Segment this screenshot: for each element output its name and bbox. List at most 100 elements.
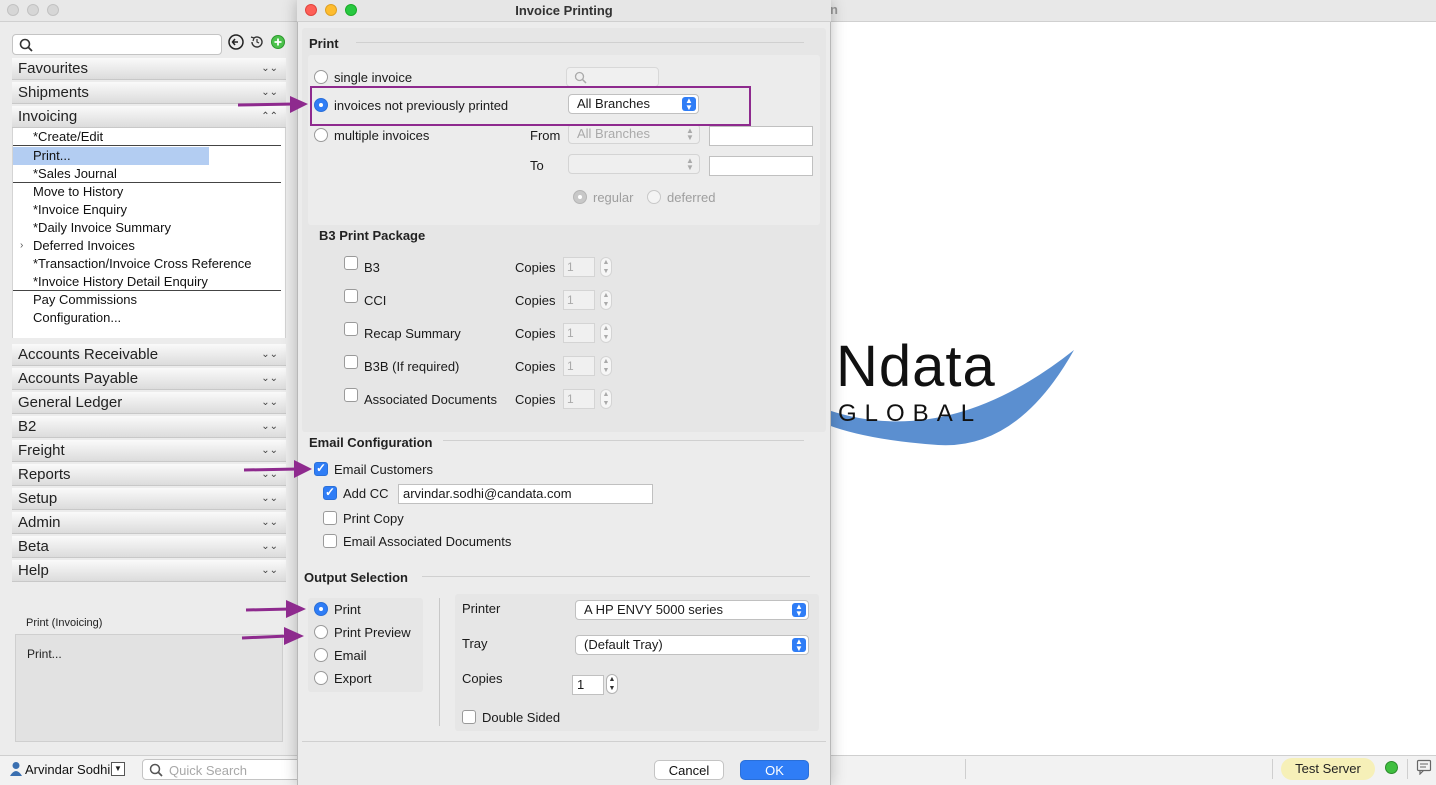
email-customers-label: Email Customers: [334, 462, 433, 477]
sidebar-category-favourites[interactable]: Favourites ⌄⌄: [12, 58, 286, 80]
output-export-radio[interactable]: [314, 671, 328, 685]
sidebar-category-beta[interactable]: Beta ⌄⌄: [12, 536, 286, 558]
output-copies-field[interactable]: 1: [572, 675, 604, 695]
output-print-label: Print: [334, 602, 361, 617]
category-label: Invoicing: [18, 108, 78, 125]
item-label: Print...: [33, 148, 71, 163]
status-panel-text: Print...: [27, 647, 62, 661]
output-email-label: Email: [334, 648, 367, 663]
email-associated-checkbox[interactable]: [323, 534, 337, 548]
history-icon[interactable]: [249, 34, 265, 50]
regular-radio[interactable]: [573, 190, 587, 204]
sidebar-item-invoice-enquiry[interactable]: *Invoice Enquiry: [13, 201, 281, 219]
output-export-label: Export: [334, 671, 372, 686]
cancel-button[interactable]: Cancel: [654, 760, 724, 780]
sidebar-item-configuration[interactable]: Configuration...: [13, 309, 281, 327]
b3-checkbox[interactable]: [344, 256, 358, 270]
sidebar-category-general-ledger[interactable]: General Ledger ⌄⌄: [12, 392, 286, 414]
output-email-radio[interactable]: [314, 648, 328, 662]
sidebar-category-admin[interactable]: Admin ⌄⌄: [12, 512, 286, 534]
recap-copies-stepper[interactable]: ▲ ▼: [600, 323, 612, 343]
chevron-down-icon: ⌄⌄: [261, 517, 278, 528]
from-label: From: [530, 128, 561, 143]
to-invoice-field[interactable]: [709, 156, 813, 176]
footer-divider: [302, 741, 826, 742]
ok-button[interactable]: OK: [740, 760, 809, 780]
updown-arrows-icon: ▲ ▼: [792, 603, 806, 618]
back-icon[interactable]: [228, 34, 244, 50]
sidebar-item-sales-journal[interactable]: *Sales Journal: [13, 165, 281, 183]
sidebar-item-move-to-history[interactable]: Move to History: [13, 183, 281, 201]
sidebar-item-history-detail-enquiry[interactable]: *Invoice History Detail Enquiry: [13, 273, 281, 291]
associated-copies-stepper[interactable]: ▲ ▼: [600, 389, 612, 409]
multiple-invoices-radio[interactable]: [314, 128, 328, 142]
cci-copies-field[interactable]: 1: [563, 290, 595, 310]
from-branch-select[interactable]: All Branches ▲ ▼: [568, 124, 700, 144]
associated-copies-field[interactable]: 1: [563, 389, 595, 409]
zoom-window-button[interactable]: [47, 4, 59, 16]
section-divider: [443, 440, 804, 441]
cci-checkbox[interactable]: [344, 289, 358, 303]
sidebar-category-setup[interactable]: Setup ⌄⌄: [12, 488, 286, 510]
sidebar-category-b2[interactable]: B2 ⌄⌄: [12, 416, 286, 438]
output-selection-title: Output Selection: [304, 570, 408, 585]
copies-label: Copies: [462, 671, 503, 686]
category-label: Accounts Receivable: [18, 346, 159, 363]
sidebar-item-cross-reference[interactable]: *Transaction/Invoice Cross Reference: [13, 255, 281, 273]
cc-address-field[interactable]: arvindar.sodhi@candata.com: [398, 484, 653, 504]
single-invoice-radio[interactable]: [314, 70, 328, 84]
search-icon: [19, 38, 33, 52]
item-label: Deferred Invoices: [33, 238, 135, 253]
chat-icon[interactable]: [1416, 759, 1432, 778]
add-cc-checkbox[interactable]: [323, 485, 337, 500]
multiple-invoices-label: multiple invoices: [334, 128, 430, 143]
print-section-title: Print: [309, 36, 339, 51]
category-label: Reports: [18, 466, 71, 483]
recap-copies-field[interactable]: 1: [563, 323, 595, 343]
sidebar-item-print[interactable]: Print...: [13, 147, 209, 165]
quick-search-input[interactable]: Quick Search: [142, 759, 302, 780]
b3-copies-field[interactable]: 1: [563, 257, 595, 277]
category-label: Setup: [18, 490, 58, 507]
sidebar-category-help[interactable]: Help ⌄⌄: [12, 560, 286, 582]
output-copies-stepper[interactable]: ▲ ▼: [606, 674, 618, 694]
invoice-search-input[interactable]: [566, 67, 659, 87]
chevron-down-icon: ⌄⌄: [261, 541, 278, 552]
status-divider: [965, 759, 966, 779]
category-label: Shipments: [18, 84, 89, 101]
status-divider: [1407, 759, 1408, 779]
connection-status-icon: [1385, 761, 1398, 774]
print-copy-checkbox[interactable]: [323, 511, 337, 525]
user-menu-dropdown[interactable]: ▼: [111, 762, 125, 776]
b3b-checkbox[interactable]: [344, 355, 358, 369]
minimize-window-button[interactable]: [27, 4, 39, 16]
deferred-radio[interactable]: [647, 190, 661, 204]
recap-summary-checkbox[interactable]: [344, 322, 358, 336]
b3b-copies-field[interactable]: 1: [563, 356, 595, 376]
double-sided-checkbox[interactable]: [462, 710, 476, 724]
sidebar-item-create-edit[interactable]: *Create/Edit: [13, 128, 281, 146]
sidebar-search-input[interactable]: [12, 34, 222, 55]
sidebar-item-daily-invoice-summary[interactable]: *Daily Invoice Summary: [13, 219, 281, 237]
add-favourite-icon[interactable]: [270, 34, 286, 50]
tray-select[interactable]: (Default Tray) ▲ ▼: [575, 635, 809, 655]
from-invoice-field[interactable]: [709, 126, 813, 146]
cci-copies-stepper[interactable]: ▲ ▼: [600, 290, 612, 310]
b3b-copies-stepper[interactable]: ▲ ▼: [600, 356, 612, 376]
sidebar-category-accounts-receivable[interactable]: Accounts Receivable ⌄⌄: [12, 344, 286, 366]
b3-package-title: B3 Print Package: [319, 228, 426, 243]
associated-documents-checkbox[interactable]: [344, 388, 358, 402]
to-branch-select[interactable]: ▲ ▼: [568, 154, 700, 174]
close-window-button[interactable]: [7, 4, 19, 16]
b3-copies-stepper[interactable]: ▲ ▼: [600, 257, 612, 277]
category-label: Favourites: [18, 60, 89, 77]
sidebar-item-deferred-invoices[interactable]: › Deferred Invoices: [13, 237, 281, 255]
sidebar-item-pay-commissions[interactable]: Pay Commissions: [13, 291, 281, 309]
sidebar-category-accounts-payable[interactable]: Accounts Payable ⌄⌄: [12, 368, 286, 390]
output-preview-radio[interactable]: [314, 625, 328, 639]
item-label: *Invoice History Detail Enquiry: [33, 274, 208, 289]
disclosure-triangle-icon[interactable]: ›: [20, 237, 23, 255]
deferred-label: deferred: [667, 190, 716, 205]
printer-select[interactable]: A HP ENVY 5000 series ▲ ▼: [575, 600, 809, 620]
logo-text: Ndata: [836, 334, 996, 399]
